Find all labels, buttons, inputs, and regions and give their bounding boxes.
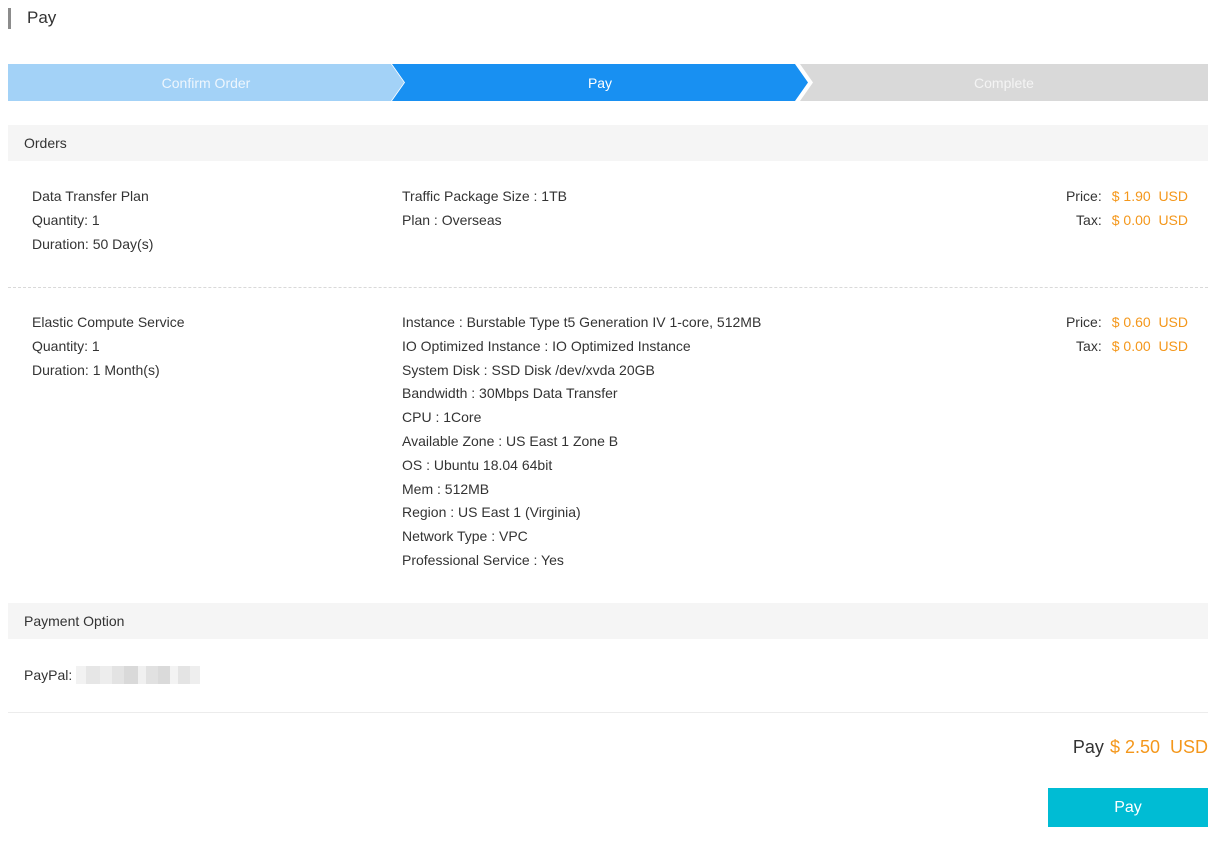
total-amount: $ 2.50 USD bbox=[1109, 737, 1208, 757]
order-item: Data Transfer Plan Quantity: 1 Duration:… bbox=[8, 185, 1208, 265]
order-spec: Bandwidth : 30Mbps Data Transfer bbox=[402, 385, 618, 402]
pay-button[interactable]: Pay bbox=[1048, 788, 1208, 827]
order-spec: Region : US East 1 (Virginia) bbox=[402, 504, 581, 521]
order-tax-row: Tax: $ 0.00 USD bbox=[1066, 209, 1188, 233]
price-value: $ 1.90 USD bbox=[1111, 188, 1188, 204]
order-spec: System Disk : SSD Disk /dev/xvda 20GB bbox=[402, 361, 655, 378]
order-specs: Instance : Burstable Type t5 Generation … bbox=[402, 311, 761, 573]
order-specs: Traffic Package Size : 1TB Plan : Overse… bbox=[402, 185, 567, 233]
order-spec: Traffic Package Size : 1TB bbox=[402, 188, 567, 204]
price-label: Price: bbox=[1065, 314, 1102, 330]
tax-value: $ 0.00 USD bbox=[1111, 337, 1188, 354]
order-price-row: Price: $ 1.90 USD bbox=[1066, 185, 1188, 209]
step-pay: Pay bbox=[392, 64, 808, 101]
order-divider bbox=[8, 287, 1208, 288]
tax-label: Tax: bbox=[1076, 337, 1102, 354]
section-divider bbox=[8, 712, 1208, 713]
order-spec: Network Type : VPC bbox=[402, 528, 528, 545]
orders-heading: Orders bbox=[24, 135, 67, 151]
price-label: Price: bbox=[1065, 188, 1102, 204]
order-duration: Duration: 1 Month(s) bbox=[32, 361, 160, 378]
order-product-name: Data Transfer Plan bbox=[32, 188, 149, 204]
redacted-paypal-account bbox=[76, 666, 201, 684]
title-accent-bar bbox=[8, 7, 11, 29]
order-tax-row: Tax: $ 0.00 USD bbox=[1066, 335, 1188, 359]
tax-label: Tax: bbox=[1076, 211, 1102, 228]
order-price-row: Price: $ 0.60 USD bbox=[1066, 311, 1188, 335]
step-confirm-order: Confirm Order bbox=[8, 64, 404, 101]
step-complete: Complete bbox=[800, 64, 1208, 101]
order-quantity: Quantity: 1 bbox=[32, 337, 100, 354]
orders-section-header: Orders bbox=[8, 125, 1208, 161]
order-quantity: Quantity: 1 bbox=[32, 211, 100, 228]
order-spec: Instance : Burstable Type t5 Generation … bbox=[402, 314, 762, 330]
payment-option-paypal[interactable]: PayPal: bbox=[24, 663, 201, 687]
order-product-name: Elastic Compute Service bbox=[32, 314, 185, 330]
page-title-text: Pay bbox=[27, 8, 57, 27]
order-spec: Professional Service : Yes bbox=[402, 551, 564, 568]
order-spec: OS : Ubuntu 18.04 64bit bbox=[402, 456, 553, 473]
order-spec: CPU : 1Core bbox=[402, 409, 482, 426]
order-summary: Elastic Compute Service Quantity: 1 Dura… bbox=[32, 311, 185, 382]
order-spec: Mem : 512MB bbox=[402, 480, 490, 497]
total-label: Pay bbox=[1072, 737, 1104, 757]
order-duration: Duration: 50 Day(s) bbox=[32, 235, 154, 252]
order-summary: Data Transfer Plan Quantity: 1 Duration:… bbox=[32, 185, 153, 256]
order-total: Pay $ 2.50 USD bbox=[1073, 737, 1208, 758]
progress-steps: Confirm Order Pay Complete bbox=[8, 64, 1208, 101]
payment-heading: Payment Option bbox=[24, 613, 125, 629]
paypal-label: PayPal: bbox=[24, 667, 73, 683]
order-spec: Available Zone : US East 1 Zone B bbox=[402, 432, 619, 449]
order-spec: Plan : Overseas bbox=[402, 211, 502, 228]
order-spec: IO Optimized Instance : IO Optimized Ins… bbox=[402, 337, 691, 354]
order-pricing: Price: $ 1.90 USD Tax: $ 0.00 USD bbox=[1066, 185, 1188, 233]
price-value: $ 0.60 USD bbox=[1111, 314, 1188, 330]
tax-value: $ 0.00 USD bbox=[1111, 211, 1188, 228]
payment-section-header: Payment Option bbox=[8, 603, 1208, 639]
page-title: Pay bbox=[8, 7, 56, 29]
order-pricing: Price: $ 0.60 USD Tax: $ 0.00 USD bbox=[1066, 311, 1188, 359]
order-item: Elastic Compute Service Quantity: 1 Dura… bbox=[8, 311, 1208, 581]
